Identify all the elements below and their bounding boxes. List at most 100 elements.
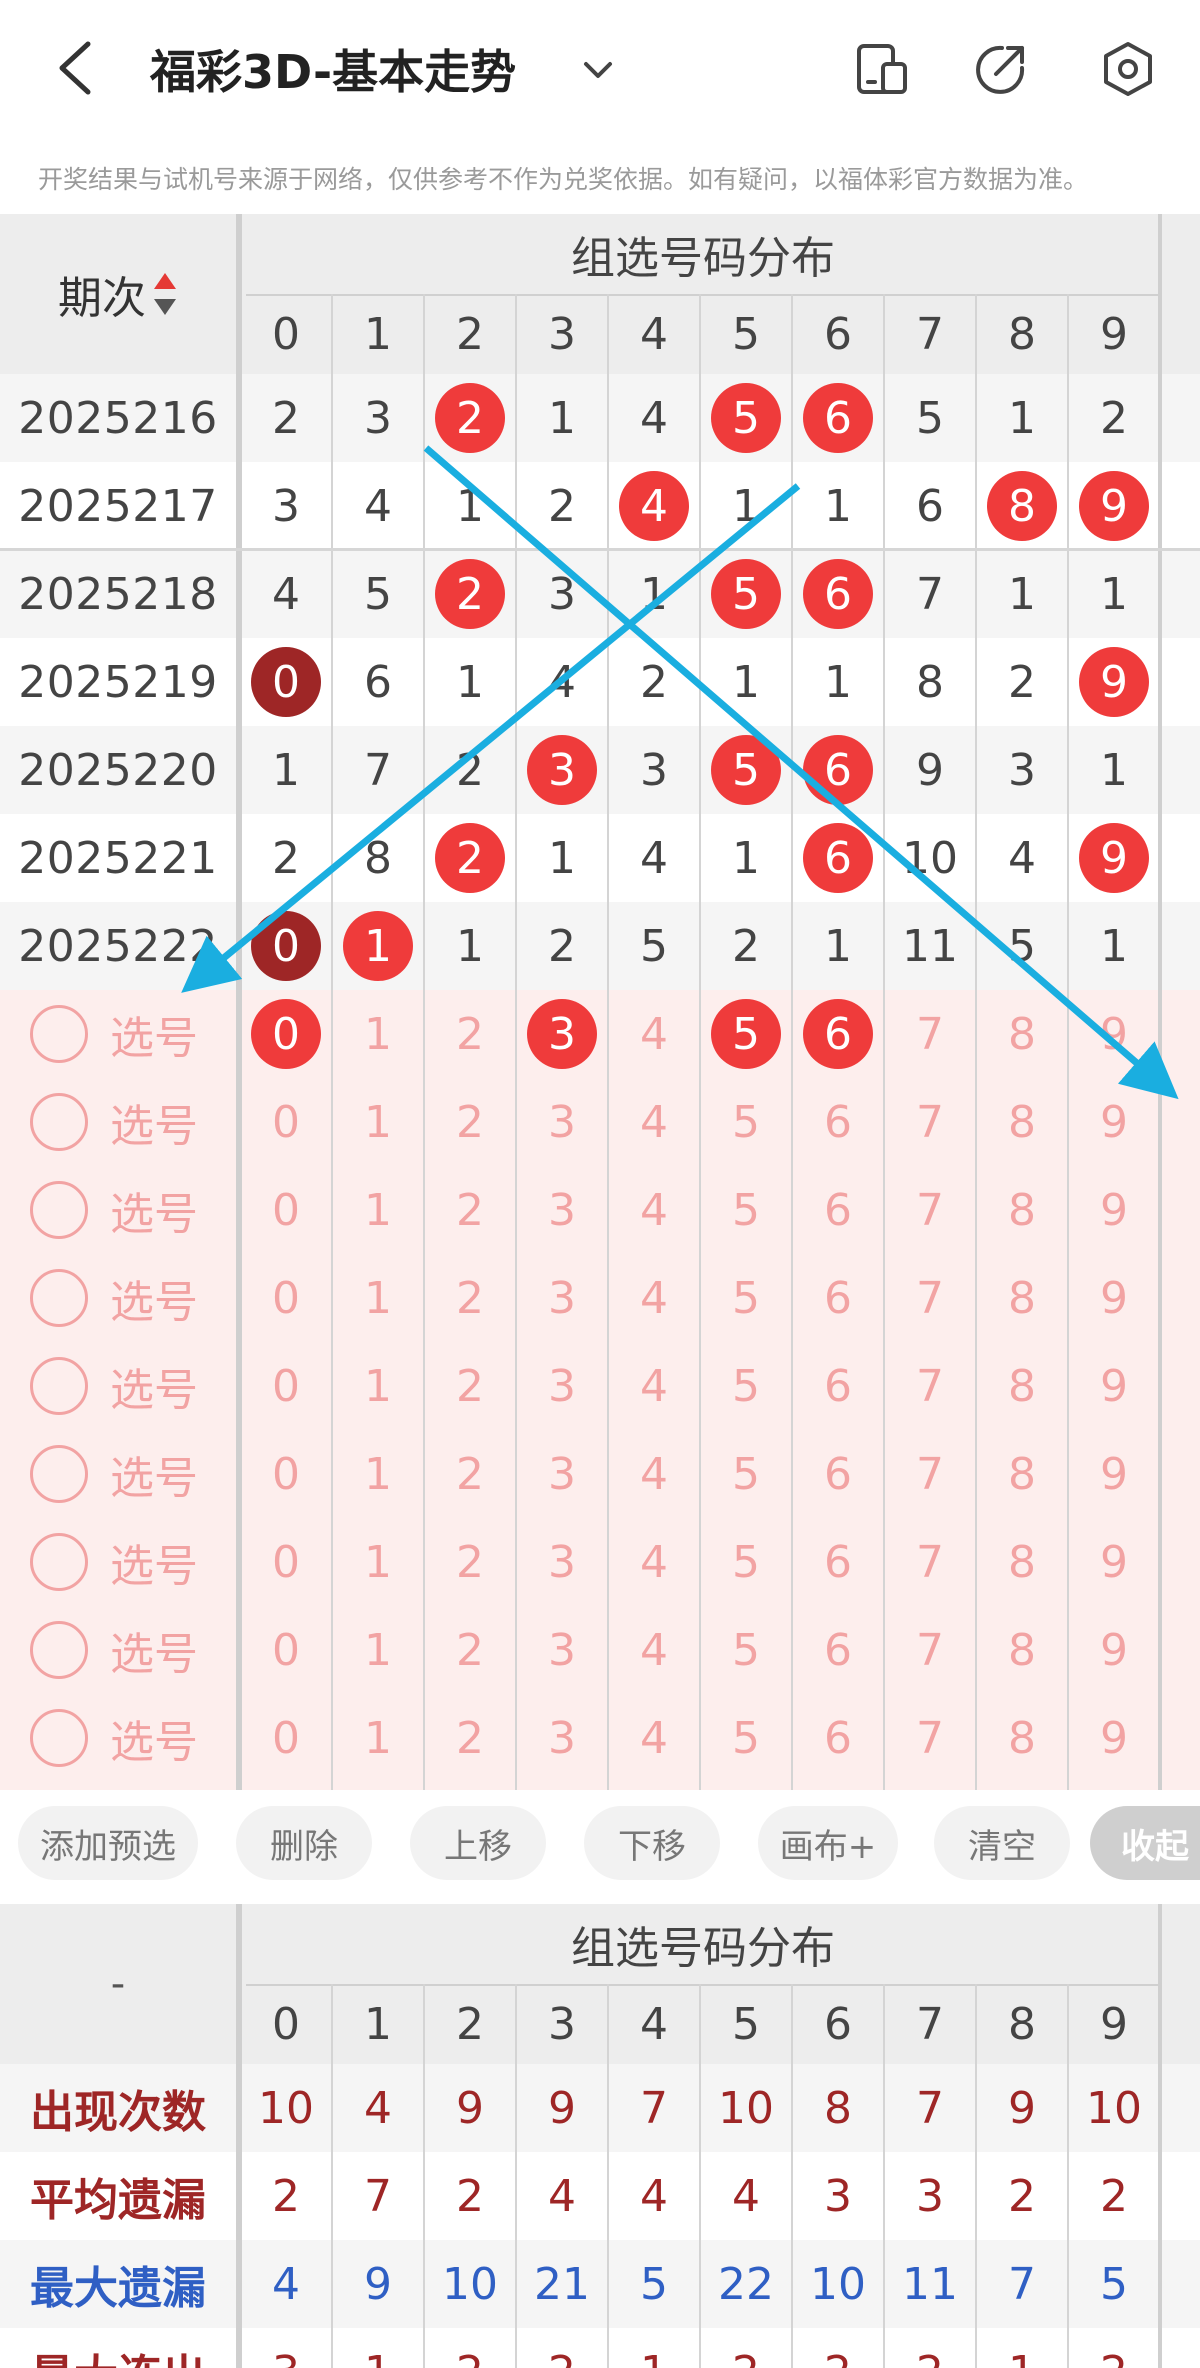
pick-digit[interactable]: 3 — [516, 1342, 608, 1430]
pick-digit[interactable]: 5 — [700, 1430, 792, 1518]
collapse-button[interactable]: 收起 — [1090, 1806, 1200, 1880]
canvas-plus-button[interactable]: 画布+ — [758, 1806, 898, 1880]
pick-digit[interactable]: 6 — [792, 1166, 884, 1254]
pick-digit[interactable]: 2 — [424, 990, 516, 1078]
pick-digit[interactable]: 8 — [976, 990, 1068, 1078]
pick-digit[interactable]: 3 — [516, 1430, 608, 1518]
pick-digit[interactable]: 1 — [332, 990, 424, 1078]
pick-digit[interactable]: 0 — [240, 1166, 332, 1254]
back-arrow-icon[interactable] — [50, 38, 100, 98]
pick-digit[interactable]: 4 — [608, 990, 700, 1078]
pick-digit[interactable]: 9 — [1068, 1166, 1160, 1254]
pick-digit[interactable]: 1 — [332, 1518, 424, 1606]
pick-digit[interactable]: 1 — [332, 1254, 424, 1342]
pick-digit[interactable]: 3 — [516, 1254, 608, 1342]
pick-digit[interactable]: 9 — [1068, 1078, 1160, 1166]
pick-digit[interactable]: 2 — [424, 1342, 516, 1430]
pick-digit[interactable]: 6 — [792, 990, 884, 1078]
pick-row-toggle[interactable]: 选号 — [30, 1606, 230, 1694]
pick-digit[interactable]: 5 — [700, 1342, 792, 1430]
pick-digit[interactable]: 0 — [240, 1430, 332, 1518]
pick-digit[interactable]: 4 — [608, 1078, 700, 1166]
pick-digit[interactable]: 9 — [1068, 1606, 1160, 1694]
radio-circle-icon[interactable] — [30, 1621, 88, 1679]
pick-digit[interactable]: 8 — [976, 1342, 1068, 1430]
pick-digit[interactable]: 8 — [976, 1694, 1068, 1782]
radio-circle-icon[interactable] — [30, 1269, 88, 1327]
pick-digit[interactable]: 7 — [884, 990, 976, 1078]
selected-number-ball[interactable]: 6 — [803, 999, 873, 1069]
pick-digit[interactable]: 7 — [884, 1078, 976, 1166]
pick-digit[interactable]: 9 — [1068, 1254, 1160, 1342]
pick-digit[interactable]: 8 — [976, 1166, 1068, 1254]
pick-digit[interactable]: 9 — [1068, 1694, 1160, 1782]
pick-row-toggle[interactable]: 选号 — [30, 990, 230, 1078]
pick-digit[interactable]: 1 — [332, 1166, 424, 1254]
pick-digit[interactable]: 6 — [792, 1342, 884, 1430]
pick-digit[interactable]: 3 — [516, 1694, 608, 1782]
pick-digit[interactable]: 4 — [608, 1606, 700, 1694]
pick-digit[interactable]: 8 — [976, 1078, 1068, 1166]
selected-number-ball[interactable]: 3 — [527, 999, 597, 1069]
pick-row-toggle[interactable]: 选号 — [30, 1078, 230, 1166]
pick-digit[interactable]: 8 — [976, 1430, 1068, 1518]
pick-digit[interactable]: 3 — [516, 990, 608, 1078]
radio-circle-icon[interactable] — [30, 1005, 88, 1063]
pick-digit[interactable]: 1 — [332, 1606, 424, 1694]
pick-row-toggle[interactable]: 选号 — [30, 1430, 230, 1518]
pick-row-toggle[interactable]: 选号 — [30, 1254, 230, 1342]
pick-digit[interactable]: 6 — [792, 1606, 884, 1694]
pick-digit[interactable]: 0 — [240, 1342, 332, 1430]
pick-digit[interactable]: 1 — [332, 1694, 424, 1782]
page-title[interactable]: 福彩3D-基本走势 — [150, 36, 516, 102]
pick-digit[interactable]: 2 — [424, 1694, 516, 1782]
radio-circle-icon[interactable] — [30, 1357, 88, 1415]
clear-button[interactable]: 清空 — [934, 1806, 1070, 1880]
selected-number-ball[interactable]: 0 — [251, 999, 321, 1069]
pick-digit[interactable]: 3 — [516, 1078, 608, 1166]
pick-digit[interactable]: 4 — [608, 1430, 700, 1518]
pick-digit[interactable]: 0 — [240, 1606, 332, 1694]
pick-row-toggle[interactable]: 选号 — [30, 1694, 230, 1782]
pick-digit[interactable]: 8 — [976, 1254, 1068, 1342]
pick-digit[interactable]: 1 — [332, 1342, 424, 1430]
pick-digit[interactable]: 5 — [700, 1166, 792, 1254]
pick-digit[interactable]: 6 — [792, 1430, 884, 1518]
pick-digit[interactable]: 9 — [1068, 1430, 1160, 1518]
pick-digit[interactable]: 1 — [332, 1078, 424, 1166]
pick-digit[interactable]: 1 — [332, 1430, 424, 1518]
pick-digit[interactable]: 4 — [608, 1254, 700, 1342]
pick-digit[interactable]: 7 — [884, 1606, 976, 1694]
delete-button[interactable]: 删除 — [236, 1806, 372, 1880]
radio-circle-icon[interactable] — [30, 1181, 88, 1239]
pick-digit[interactable]: 2 — [424, 1518, 516, 1606]
pick-digit[interactable]: 8 — [976, 1518, 1068, 1606]
pick-digit[interactable]: 5 — [700, 1254, 792, 1342]
device-icon[interactable] — [853, 40, 911, 98]
pick-digit[interactable]: 9 — [1068, 1518, 1160, 1606]
pick-digit[interactable]: 7 — [884, 1430, 976, 1518]
pick-digit[interactable]: 4 — [608, 1694, 700, 1782]
pick-digit[interactable]: 0 — [240, 1518, 332, 1606]
pick-row-toggle[interactable]: 选号 — [30, 1342, 230, 1430]
pick-digit[interactable]: 0 — [240, 1078, 332, 1166]
pick-digit[interactable]: 6 — [792, 1694, 884, 1782]
selected-number-ball[interactable]: 5 — [711, 999, 781, 1069]
pick-digit[interactable]: 5 — [700, 1606, 792, 1694]
pick-digit[interactable]: 8 — [976, 1606, 1068, 1694]
pick-digit[interactable]: 4 — [608, 1342, 700, 1430]
pick-digit[interactable]: 5 — [700, 1518, 792, 1606]
radio-circle-icon[interactable] — [30, 1709, 88, 1767]
pick-digit[interactable]: 7 — [884, 1694, 976, 1782]
pick-row-toggle[interactable]: 选号 — [30, 1518, 230, 1606]
move-up-button[interactable]: 上移 — [410, 1806, 546, 1880]
pick-digit[interactable]: 5 — [700, 1694, 792, 1782]
settings-gear-icon[interactable] — [1099, 40, 1157, 98]
pick-digit[interactable]: 7 — [884, 1166, 976, 1254]
pick-digit[interactable]: 6 — [792, 1254, 884, 1342]
pick-digit[interactable]: 2 — [424, 1078, 516, 1166]
pick-digit[interactable]: 9 — [1068, 990, 1160, 1078]
pick-digit[interactable]: 7 — [884, 1518, 976, 1606]
pick-digit[interactable]: 4 — [608, 1518, 700, 1606]
add-preselect-button[interactable]: 添加预选 — [18, 1806, 198, 1880]
